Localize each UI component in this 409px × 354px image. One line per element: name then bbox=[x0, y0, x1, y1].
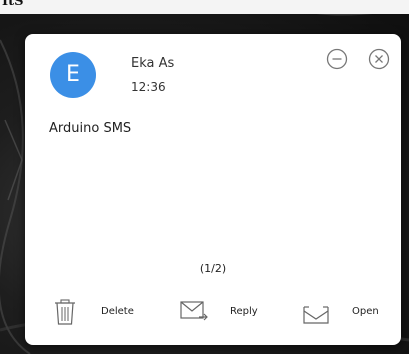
close-button[interactable] bbox=[368, 48, 390, 70]
screen: ItS E Eka As 12:36 Arduino SMS (1/2) Del… bbox=[0, 0, 409, 354]
minus-circle-icon bbox=[326, 48, 348, 70]
trash-icon bbox=[55, 299, 75, 325]
page-indicator: (1/2) bbox=[199, 262, 227, 275]
delete-button[interactable]: Delete bbox=[51, 297, 141, 329]
reply-button[interactable]: Reply bbox=[178, 297, 268, 329]
message-body: Arduino SMS bbox=[49, 121, 132, 136]
sms-notification-popup: E Eka As 12:36 Arduino SMS (1/2) Delete … bbox=[25, 34, 401, 345]
envelope-reply-icon bbox=[180, 301, 208, 321]
close-circle-icon bbox=[368, 48, 390, 70]
inbox-open-icon bbox=[303, 306, 329, 324]
open-button[interactable]: Open bbox=[301, 297, 391, 329]
delete-label: Delete bbox=[101, 306, 134, 317]
top-strip-text: ItS bbox=[2, 0, 24, 9]
message-time: 12:36 bbox=[131, 80, 166, 94]
sender-name: Eka As bbox=[131, 56, 175, 71]
avatar: E bbox=[50, 52, 96, 98]
top-strip: ItS bbox=[0, 0, 409, 14]
reply-label: Reply bbox=[230, 306, 258, 317]
minimize-button[interactable] bbox=[326, 48, 348, 70]
open-label: Open bbox=[352, 306, 379, 317]
